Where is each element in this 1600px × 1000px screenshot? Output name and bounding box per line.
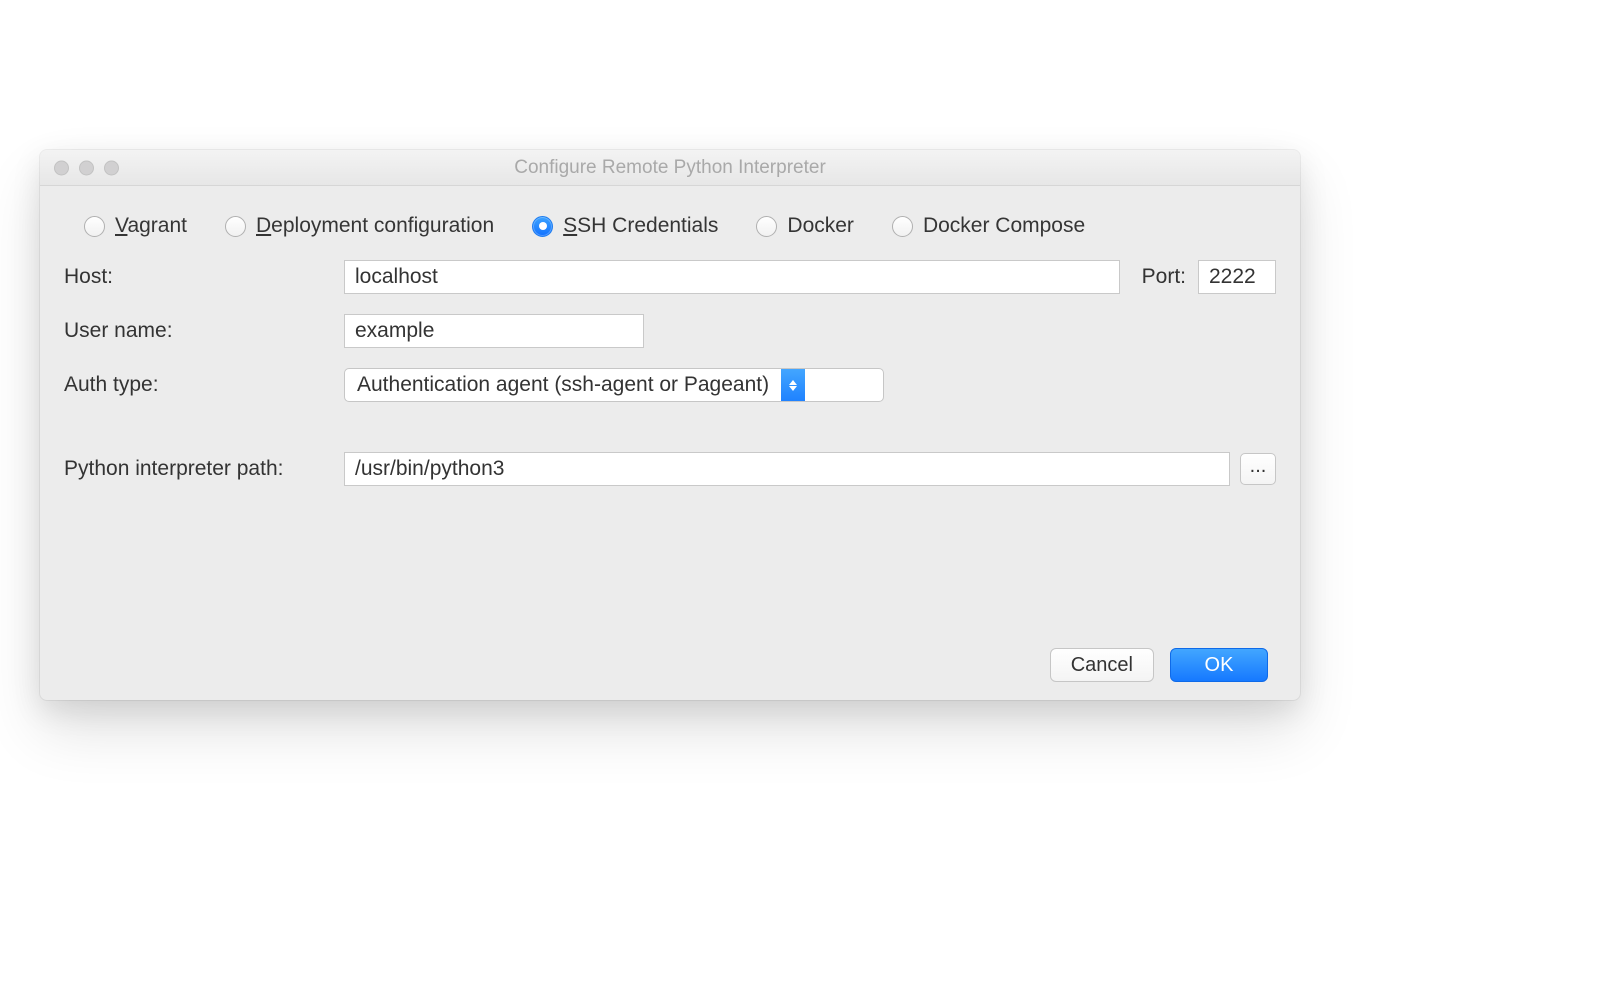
zoom-icon[interactable] bbox=[104, 160, 119, 175]
close-icon[interactable] bbox=[54, 160, 69, 175]
auth-type-label: Auth type: bbox=[64, 373, 344, 397]
username-label: User name: bbox=[64, 319, 344, 343]
interpreter-type-radios: Vagrant Deployment configuration SSH Cre… bbox=[64, 210, 1276, 260]
radio-icon bbox=[84, 216, 105, 237]
radio-docker-compose[interactable]: Docker Compose bbox=[892, 214, 1085, 238]
radio-ssh-credentials[interactable]: SSH Credentials bbox=[532, 214, 718, 238]
window-controls bbox=[54, 160, 119, 175]
interpreter-path-input[interactable] bbox=[344, 452, 1230, 486]
username-row bbox=[344, 314, 1276, 348]
interpreter-path-row: ... bbox=[344, 452, 1276, 486]
auth-type-row: Authentication agent (ssh-agent or Pagea… bbox=[344, 368, 1276, 402]
dialog-body: Vagrant Deployment configuration SSH Cre… bbox=[40, 186, 1300, 700]
radio-icon bbox=[225, 216, 246, 237]
interpreter-path-label: Python interpreter path: bbox=[64, 457, 344, 481]
radio-icon bbox=[756, 216, 777, 237]
auth-type-select[interactable]: Authentication agent (ssh-agent or Pagea… bbox=[344, 368, 884, 402]
ok-button[interactable]: OK bbox=[1170, 648, 1268, 682]
dialog-footer: Cancel OK bbox=[64, 632, 1276, 700]
browse-button[interactable]: ... bbox=[1240, 453, 1276, 485]
host-row: Port: bbox=[344, 260, 1276, 294]
radio-icon bbox=[532, 216, 553, 237]
auth-type-value: Authentication agent (ssh-agent or Pagea… bbox=[345, 373, 781, 397]
radio-docker[interactable]: Docker bbox=[756, 214, 854, 238]
chevrons-up-down-icon bbox=[781, 369, 805, 401]
radio-deployment[interactable]: Deployment configuration bbox=[225, 214, 494, 238]
radio-icon bbox=[892, 216, 913, 237]
titlebar: Configure Remote Python Interpreter bbox=[40, 150, 1300, 186]
host-label: Host: bbox=[64, 265, 344, 289]
port-label: Port: bbox=[1142, 265, 1186, 289]
cancel-button[interactable]: Cancel bbox=[1050, 648, 1154, 682]
radio-vagrant[interactable]: Vagrant bbox=[84, 214, 187, 238]
ssh-form: Host: Port: User name: Auth type: Authen… bbox=[64, 260, 1276, 486]
port-input[interactable] bbox=[1198, 260, 1276, 294]
username-input[interactable] bbox=[344, 314, 644, 348]
dialog-window: Configure Remote Python Interpreter Vagr… bbox=[40, 150, 1300, 700]
host-input[interactable] bbox=[344, 260, 1120, 294]
window-title: Configure Remote Python Interpreter bbox=[40, 157, 1300, 179]
minimize-icon[interactable] bbox=[79, 160, 94, 175]
